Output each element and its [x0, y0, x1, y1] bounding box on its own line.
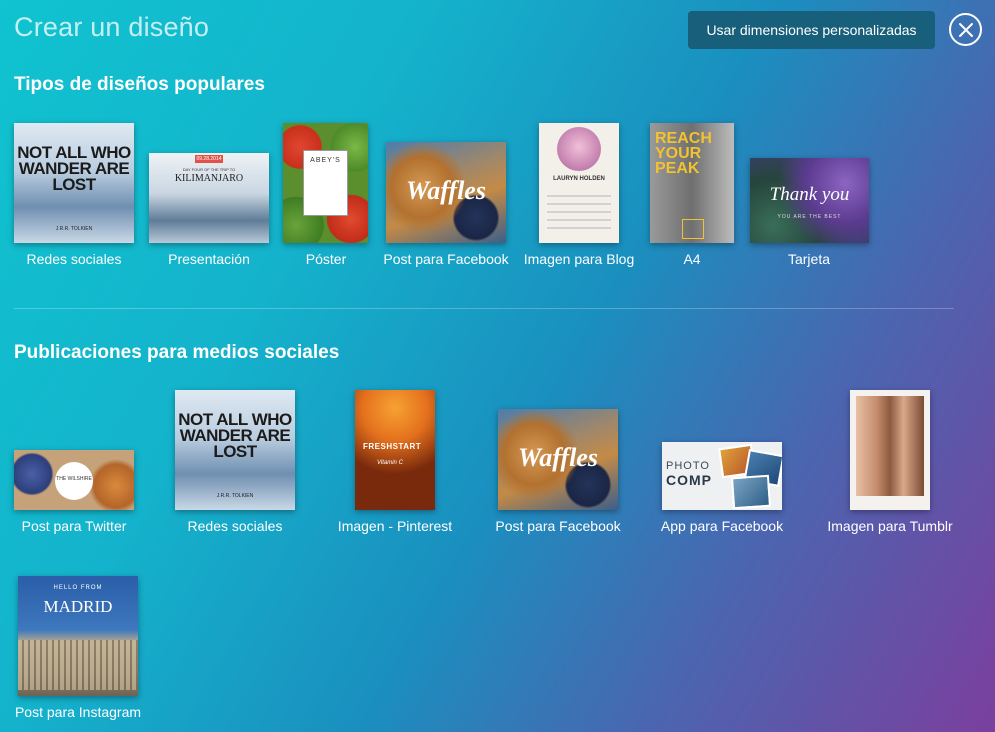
thumbnail-subtitle: HELLO FROM — [53, 585, 103, 591]
tile-label: Post para Facebook — [383, 251, 509, 267]
thumbnail-image: 09.28.2014 DAY FOUR OF THE TRIP TO KILIM… — [149, 153, 269, 243]
tile-label: Redes sociales — [26, 251, 122, 267]
thumbnail-image: FRESHSTART Vitamin C — [355, 390, 435, 510]
thumbnail-image: Waffles — [386, 142, 506, 243]
poster-card: ABEY'S — [303, 150, 348, 216]
thumbnail-image: NOT ALL WHO WANDER ARE LOST J.R.R. TOLKI… — [14, 123, 134, 243]
tile-label: Imagen para Tumblr — [827, 518, 953, 534]
page-title: Crear un diseño — [14, 12, 210, 42]
thumbnail-title: KILIMANJARO — [174, 173, 244, 184]
tile-label: Imagen para Blog — [523, 251, 635, 267]
thumbnail-image: REACH YOUR PEAK — [650, 123, 734, 243]
thumbnail-title: Thank you — [769, 184, 850, 205]
tile-label: Tarjeta — [787, 251, 831, 267]
tile-label: Redes sociales — [187, 518, 283, 534]
tile-label: Presentación — [168, 251, 250, 267]
thumbnail-title: Waffles — [406, 176, 486, 205]
close-icon — [958, 22, 973, 37]
tile-label: Póster — [305, 251, 347, 267]
thumbnail-title-1: PHOTO — [666, 460, 710, 472]
tile-label: Post para Facebook — [495, 518, 621, 534]
thumbnail-author: J.R.R. TOLKIEN — [216, 493, 254, 499]
thumbnail-title: LAURYN HOLDEN — [553, 176, 605, 182]
tile-label: Post para Twitter — [21, 518, 127, 534]
thumbnail-title-2: COMP — [666, 472, 712, 488]
thumbnail-quote: NOT ALL WHO WANDER ARE LOST — [17, 143, 131, 195]
thumbnail-image: PHOTO COMP — [662, 442, 782, 510]
close-button[interactable] — [949, 13, 982, 46]
thumbnail-image: Thank you YOU ARE THE BEST — [750, 158, 869, 243]
tile-label: A4 — [683, 251, 701, 267]
thumbnail-image: THE WILSHIRE — [14, 450, 134, 510]
thumbnail-building — [18, 640, 138, 690]
thumbnail-title: Waffles — [518, 443, 598, 472]
thumbnail-photo — [730, 474, 772, 510]
thumbnail-subtitle: YOU ARE THE BEST — [777, 214, 842, 220]
thumbnail-image: NOT ALL WHO WANDER ARE LOST J.R.R. TOLKI… — [175, 390, 295, 510]
tile-label: App para Facebook — [660, 518, 784, 534]
section-divider — [14, 308, 954, 309]
tile-label: Post para Instagram — [14, 704, 142, 720]
thumbnail-title: FRESHSTART — [363, 442, 422, 451]
section-title-social: Publicaciones para medios sociales — [14, 342, 340, 363]
thumbnail-title: REACH YOUR PEAK — [655, 130, 712, 178]
thumbnail-box — [682, 219, 704, 239]
thumbnail-quote: NOT ALL WHO WANDER ARE LOST — [178, 410, 292, 462]
thumbnail-subtitle: DAY FOUR OF THE TRIP TO — [182, 167, 236, 172]
thumbnail-date: 09.28.2014 — [195, 155, 223, 163]
thumbnail-subtitle: Vitamin C — [377, 460, 403, 466]
thumbnail-image: Waffles — [498, 409, 618, 510]
thumbnail-image: HELLO FROM MADRID — [18, 576, 138, 696]
custom-dimensions-button[interactable]: Usar dimensiones personalizadas — [688, 11, 935, 49]
thumbnail-title: THE WILSHIRE — [56, 476, 92, 482]
thumbnail-image — [850, 390, 930, 510]
thumbnail-author: J.R.R. TOLKIEN — [55, 226, 93, 232]
section-title-popular: Tipos de diseños populares — [14, 74, 265, 95]
thumbnail-title: MADRID — [43, 597, 113, 616]
thumbnail-lines — [547, 195, 611, 235]
tile-label: Imagen - Pinterest — [337, 518, 453, 534]
thumbnail-photo — [856, 396, 924, 496]
thumbnail-title: ABEY'S — [310, 157, 341, 164]
thumbnail-avatar — [557, 127, 601, 171]
thumbnail-image: ABEY'S — [283, 123, 368, 243]
thumbnail-image: LAURYN HOLDEN — [539, 123, 619, 243]
thumbnail-badge: THE WILSHIRE — [55, 462, 93, 500]
